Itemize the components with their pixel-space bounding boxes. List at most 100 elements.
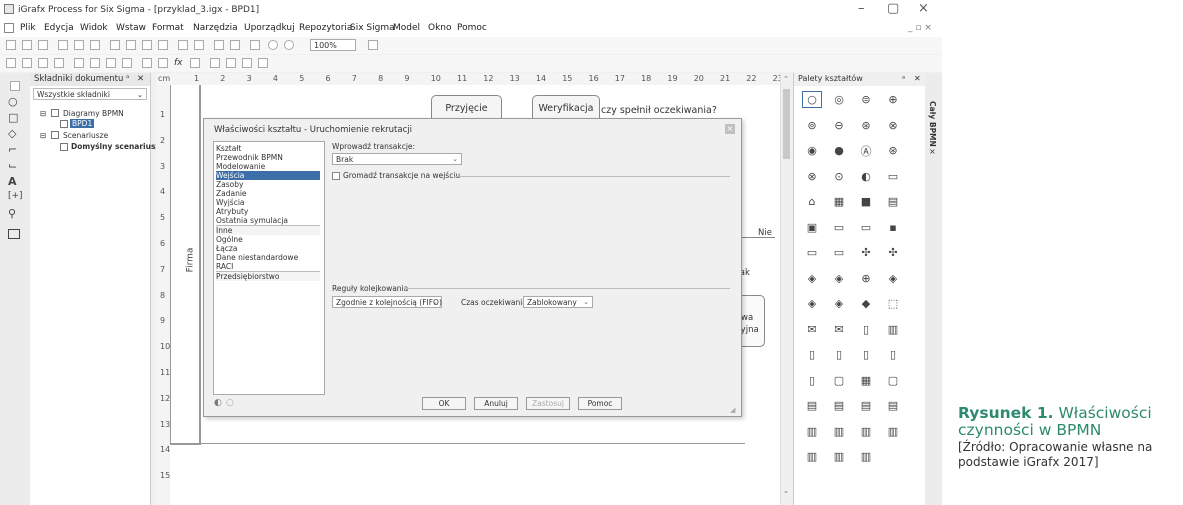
queue-rule-select[interactable]: Zgodnie z kolejnością (FIFO) ⌄ — [332, 296, 442, 308]
panel-close-icon[interactable]: ✕ — [137, 74, 144, 84]
palette-shape-icon[interactable]: ▤ — [829, 397, 849, 414]
filter-icon[interactable] — [190, 58, 200, 68]
menu-wstaw[interactable]: Wstaw — [116, 23, 146, 33]
run-icon[interactable] — [6, 58, 16, 68]
nav-item[interactable]: Dane niestandardowe — [216, 253, 320, 262]
help-button[interactable]: Pomoc — [578, 397, 622, 410]
gather-transactions-checkbox[interactable] — [332, 172, 340, 180]
palette-shape-icon[interactable]: ▭ — [829, 244, 849, 261]
tab-close-icon[interactable]: × — [929, 147, 936, 156]
palette-shape-icon[interactable]: ○ — [802, 91, 822, 108]
palette-shape-icon[interactable]: ◈ — [883, 270, 903, 287]
palette-shape-icon[interactable]: ▥ — [829, 423, 849, 440]
palette-shape-icon[interactable]: ▥ — [802, 448, 822, 465]
palette-close-icon[interactable]: ✕ — [914, 74, 921, 83]
palette-shape-icon[interactable]: ◐ — [856, 168, 876, 185]
palette-shape-icon[interactable]: ▢ — [883, 372, 903, 389]
palette-shape-icon[interactable]: ▭ — [883, 168, 903, 185]
palette-shape-icon[interactable]: ▤ — [802, 397, 822, 414]
palette-tab-bpmn[interactable]: Cały BPMN — [928, 101, 937, 147]
open-icon[interactable] — [22, 40, 32, 50]
palette-shape-icon[interactable]: ▥ — [802, 423, 822, 440]
palette-shape-icon[interactable]: ▥ — [883, 321, 903, 338]
tree-expander-scenarios[interactable]: ⊟ — [40, 131, 46, 140]
palette-shape-icon[interactable]: ◈ — [829, 295, 849, 312]
palette-shape-icon[interactable]: ▥ — [856, 448, 876, 465]
menu-six-sigma[interactable]: Six Sigma — [350, 23, 395, 33]
palette-shape-icon[interactable]: ▤ — [856, 397, 876, 414]
bracket-tool-icon[interactable]: [+] — [8, 191, 23, 201]
tree-item-bpd1[interactable]: BPD1 — [70, 119, 95, 128]
palette-shape-icon[interactable]: ⊙ — [829, 168, 849, 185]
step-icon[interactable] — [54, 58, 64, 68]
palette-shape-icon[interactable]: ◆ — [856, 295, 876, 312]
palette-shape-icon[interactable]: ▦ — [829, 193, 849, 210]
dialog-close-icon[interactable]: × — [725, 124, 735, 134]
scroll-thumb[interactable] — [783, 89, 790, 159]
palette-shape-icon[interactable]: ✣ — [883, 244, 903, 261]
frame-tool-icon[interactable] — [8, 229, 20, 239]
nav-item[interactable]: Kształt — [216, 144, 320, 153]
input-transactions-select[interactable]: Brak ⌄ — [332, 153, 462, 165]
format-painter-icon[interactable] — [158, 40, 168, 50]
palette-shape-icon[interactable]: ⬚ — [883, 295, 903, 312]
nav-item[interactable]: Łącza — [216, 244, 320, 253]
zoom-in-icon[interactable] — [284, 40, 294, 50]
pause-icon[interactable] — [22, 58, 32, 68]
zoom-tool-icon[interactable]: ⚲ — [8, 207, 16, 220]
tree-item-default-scenario[interactable]: Domyślny scenariusz — [71, 142, 160, 151]
palette-shape-icon[interactable]: ▭ — [802, 244, 822, 261]
nav-item[interactable]: RACI — [216, 262, 320, 271]
undo-icon[interactable] — [178, 40, 188, 50]
palette-shape-icon[interactable]: ◈ — [802, 270, 822, 287]
formula-icon[interactable]: fx — [174, 58, 183, 68]
menu-pomoc[interactable]: Pomoc — [457, 23, 487, 33]
palette-shape-icon[interactable]: ▢ — [829, 372, 849, 389]
palette-shape-icon[interactable]: Ⓐ — [856, 142, 876, 159]
document-icon[interactable] — [4, 23, 14, 33]
print-icon[interactable] — [58, 40, 68, 50]
shape-icon[interactable] — [210, 58, 220, 68]
maximize-button[interactable]: ▢ — [887, 1, 899, 16]
grid-icon[interactable] — [250, 40, 260, 50]
palette-shape-icon[interactable]: ⊜ — [856, 91, 876, 108]
scroll-up-icon[interactable]: ⌃ — [783, 75, 789, 83]
wait-time-select[interactable]: Zablokowany ⌄ — [523, 296, 593, 308]
palette-shape-icon[interactable]: ⊛ — [883, 142, 903, 159]
nav-item[interactable]: Ostatnia symulacja — [216, 216, 320, 225]
minimize-button[interactable]: – — [858, 1, 865, 16]
new-icon[interactable] — [6, 40, 16, 50]
palette-shape-icon[interactable]: ▣ — [802, 219, 822, 236]
pointer-tool-icon[interactable] — [10, 81, 20, 91]
palette-shape-icon[interactable]: ▯ — [856, 321, 876, 338]
nav-item[interactable]: Zadanie — [216, 189, 320, 198]
zoom-out-icon[interactable] — [268, 40, 278, 50]
palette-shape-icon[interactable]: ▥ — [883, 423, 903, 440]
transaction-icon[interactable] — [74, 58, 84, 68]
print-preview-icon[interactable] — [74, 40, 84, 50]
palette-shape-icon[interactable]: ⊛ — [856, 117, 876, 134]
nav-item[interactable]: Wyjścia — [216, 198, 320, 207]
menu-model[interactable]: Model — [393, 23, 420, 33]
palette-shape-icon[interactable]: ⌂ — [802, 193, 822, 210]
palette-shape-icon[interactable]: ■ — [856, 193, 876, 210]
copy-icon[interactable] — [126, 40, 136, 50]
palette-shape-icon[interactable]: ▯ — [856, 346, 876, 363]
palette-shape-icon[interactable]: ⊚ — [802, 117, 822, 134]
zoom-select[interactable]: 100% — [310, 39, 356, 51]
palette-shape-icon[interactable]: ⊕ — [883, 91, 903, 108]
palette-shape-icon[interactable]: ● — [829, 142, 849, 159]
palette-shape-icon[interactable]: ⊗ — [883, 117, 903, 134]
palette-shape-icon[interactable]: ◎ — [829, 91, 849, 108]
nav-item-selected[interactable]: Wejścia — [216, 171, 320, 180]
trace-icon[interactable] — [90, 58, 100, 68]
cut-icon[interactable] — [110, 40, 120, 50]
menu-format[interactable]: Format — [152, 23, 184, 33]
spellcheck-icon[interactable] — [90, 40, 100, 50]
palette-shape-icon[interactable]: ⊗ — [802, 168, 822, 185]
palette-shape-icon[interactable]: ⊕ — [856, 270, 876, 287]
palette-shape-icon[interactable]: ▥ — [829, 448, 849, 465]
sort-icon[interactable] — [158, 58, 168, 68]
save-icon[interactable] — [38, 40, 48, 50]
palette-shape-icon[interactable]: ▤ — [883, 193, 903, 210]
